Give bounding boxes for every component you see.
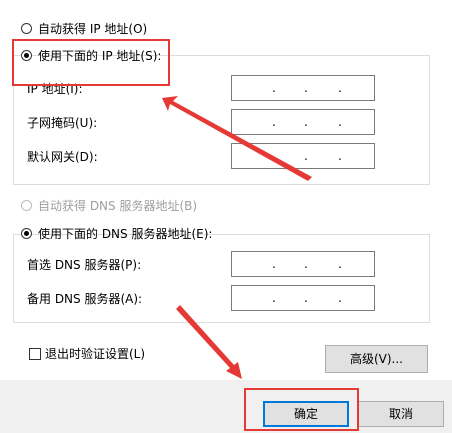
arrow-to-manual-ip-icon — [162, 96, 312, 181]
annotation-arrows — [162, 96, 312, 379]
arrow-to-ok-button-icon — [176, 305, 242, 379]
